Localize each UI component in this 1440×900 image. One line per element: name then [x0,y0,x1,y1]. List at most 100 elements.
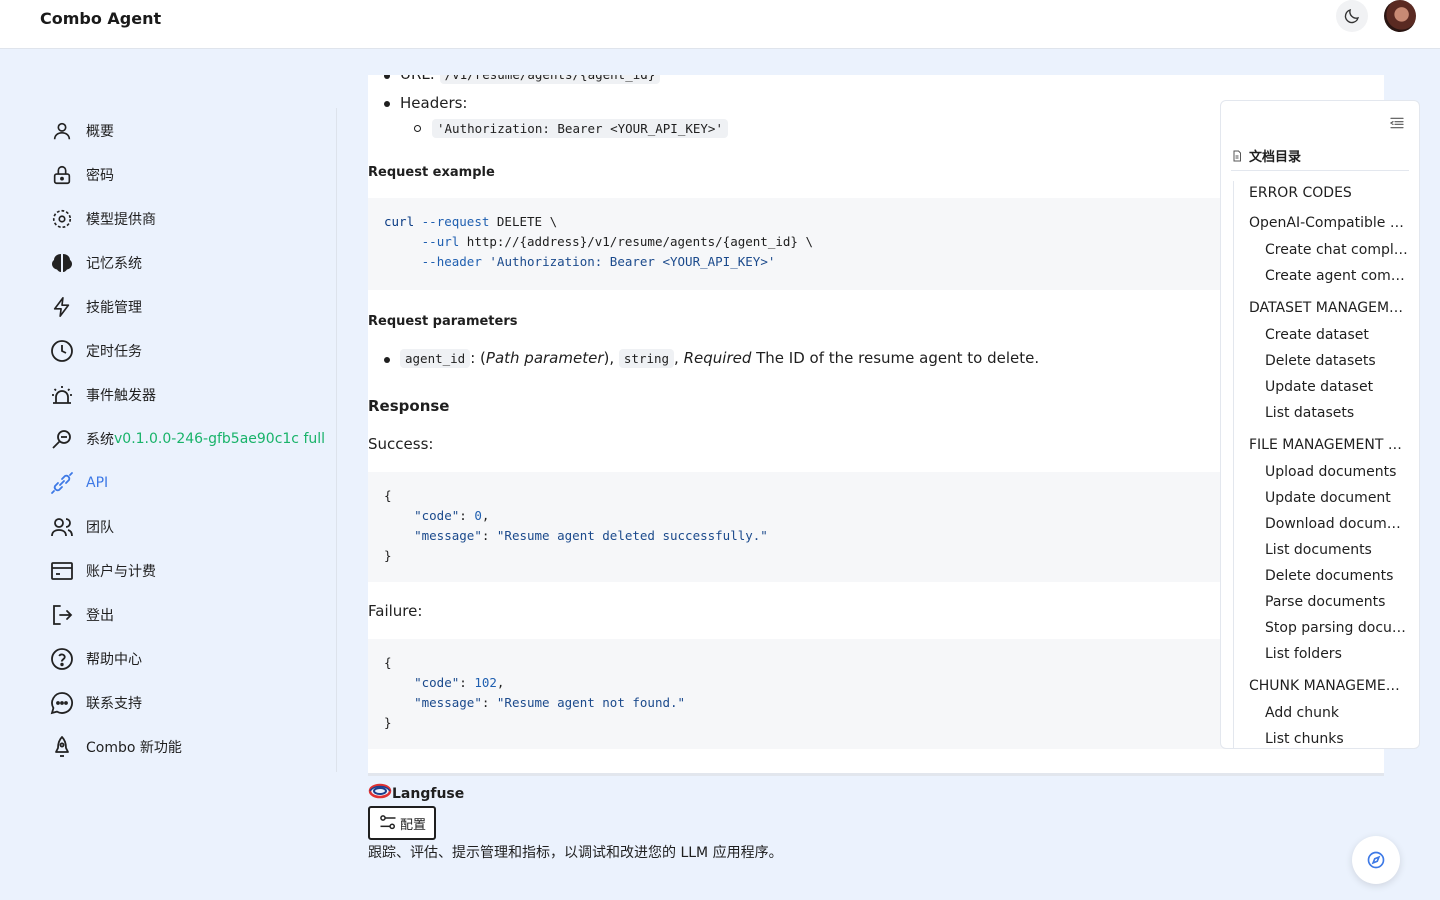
help-icon [50,647,74,671]
toc-item[interactable]: List folders [1265,646,1409,662]
sidebar-item-event-triggers[interactable]: 事件触发器 [50,379,156,411]
param-required: Required [683,349,752,367]
user-avatar[interactable] [1384,0,1416,32]
toc-item[interactable]: ERROR CODES [1249,185,1409,201]
document-icon [1231,150,1243,162]
toc-item[interactable]: Update dataset [1265,379,1409,395]
sidebar-item-team[interactable]: 团队 [50,511,114,543]
sidebar-item-billing[interactable]: 账户与计费 [50,555,156,587]
sidebar-item-label: 事件触发器 [86,388,156,404]
toc-item[interactable]: List chunks [1265,731,1409,747]
toc-item[interactable]: Create dataset [1265,327,1409,343]
section-divider [368,773,1384,776]
toc-item[interactable]: FILE MANAGEMENT WITHIN DATASET [1249,437,1409,453]
sidebar-item-label: 登出 [86,608,114,624]
url-label: URL: [400,75,435,83]
sidebar-item-label: 帮助中心 [86,652,142,668]
sidebar-item-label: 概要 [86,124,114,140]
toc-collapse-button[interactable] [1389,115,1407,133]
system-version: v0.1.0.0-246-gfb5ae90c1c full [114,431,326,447]
toc-item[interactable]: Create agent completion [1265,268,1409,284]
param-name: agent_id [400,349,471,368]
sidebar: 概要 密码 模型提供商 记忆系统 技能管理 定时任务 事件触发器 系统 v0.1.… [40,108,337,772]
sidebar-item-label: 密码 [86,168,114,184]
toc-rail [1233,181,1234,748]
settings-sliders-icon [378,813,398,833]
config-label: 配置 [399,817,426,833]
header-line: 'Authorization: Bearer <YOUR_API_KEY>' [432,119,728,138]
clock-icon [50,339,74,363]
sidebar-item-label: 联系支持 [86,696,142,712]
sidebar-item-label: 定时任务 [86,344,142,360]
brain-icon [50,251,74,275]
toc-item[interactable]: Add chunk [1265,705,1409,721]
toc-item[interactable]: DATASET MANAGEMENT [1249,300,1409,316]
request-example-title: Request example [368,165,495,180]
toc-item[interactable]: Delete datasets [1265,353,1409,369]
headers-label: Headers: [400,94,468,112]
sidebar-item-label: Combo 新功能 [86,740,182,756]
compass-icon [1367,851,1385,869]
toc-item[interactable]: Update document [1265,490,1409,506]
toc-item[interactable]: List documents [1265,542,1409,558]
toc-item[interactable]: Upload documents [1265,464,1409,480]
team-icon [50,515,74,539]
toc-item[interactable]: Create chat completion [1265,242,1409,258]
sidebar-item-scheduled-tasks[interactable]: 定时任务 [50,335,142,367]
list-bullet [384,75,390,79]
sidebar-item-password[interactable]: 密码 [50,159,114,191]
sidebar-item-label: 模型提供商 [86,212,156,228]
url-line: URL: /v1/resume/agents/{agent_id} [400,75,661,84]
theme-toggle-button[interactable] [1336,0,1368,32]
sidebar-item-label: 技能管理 [86,300,142,316]
toc-item[interactable]: Stop parsing documents [1265,620,1409,636]
sidebar-item-label: 记忆系统 [86,256,142,272]
moon-icon [1344,9,1359,24]
param-desc: The ID of the resume agent to delete. [756,349,1040,367]
sidebar-item-skills[interactable]: 技能管理 [50,291,142,323]
alarm-icon [50,383,74,407]
user-icon [50,119,74,143]
langfuse-title: Langfuse [392,786,465,802]
toc-title: 文档目录 [1231,146,1301,165]
param-line: agent_id: (Path parameter), string, Requ… [400,349,1040,368]
brand-title: Combo Agent [40,9,162,28]
lightning-icon [50,295,74,319]
sidebar-item-help[interactable]: 帮助中心 [50,643,142,675]
api-link-icon [50,471,74,495]
list-bullet [384,101,390,107]
sidebar-item-memory[interactable]: 记忆系统 [50,247,142,279]
floating-compass-button[interactable] [1352,836,1400,884]
param-kind: Path parameter [485,349,604,367]
toc-item[interactable]: Parse documents [1265,594,1409,610]
top-bar: Combo Agent [0,0,1440,49]
toc-divider [1231,170,1409,171]
toc-item[interactable]: CHUNK MANAGEMENT WITHIN DATASET [1249,678,1409,694]
sidebar-item-label: 账户与计费 [86,564,156,580]
sidebar-item-label: 系统 [86,432,114,448]
toc-item[interactable]: Delete documents [1265,568,1409,584]
header-value: 'Authorization: Bearer <YOUR_API_KEY>' [432,119,728,138]
list-bullet [384,357,390,363]
sidebar-item-api[interactable]: API [50,467,108,499]
sidebar-item-model-provider[interactable]: 模型提供商 [50,203,156,235]
sidebar-item-logout[interactable]: 登出 [50,599,114,631]
search-icon [50,427,74,451]
sidebar-item-system[interactable]: 系统 v0.1.0.0-246-gfb5ae90c1c full [50,423,325,455]
collapse-list-icon [1389,117,1404,129]
sidebar-item-label: 团队 [86,520,114,536]
list-circle [414,125,421,132]
doc-toc-panel: 文档目录 ERROR CODES OpenAI-Compatible API C… [1220,100,1420,749]
failure-label: Failure: [368,602,423,620]
sidebar-item-whats-new[interactable]: Combo 新功能 [50,731,182,763]
sidebar-item-support[interactable]: 联系支持 [50,687,142,719]
toc-item[interactable]: Download document [1265,516,1409,532]
toc-item[interactable]: OpenAI-Compatible API [1249,215,1409,231]
sidebar-item-overview[interactable]: 概要 [50,115,114,147]
sidebar-item-label: API [86,475,109,491]
model-provider-icon [50,207,74,231]
toc-item[interactable]: List datasets [1265,405,1409,421]
langfuse-config-button[interactable]: 配置 [368,806,436,840]
langfuse-logo-icon [368,782,392,800]
chat-icon [50,691,74,715]
